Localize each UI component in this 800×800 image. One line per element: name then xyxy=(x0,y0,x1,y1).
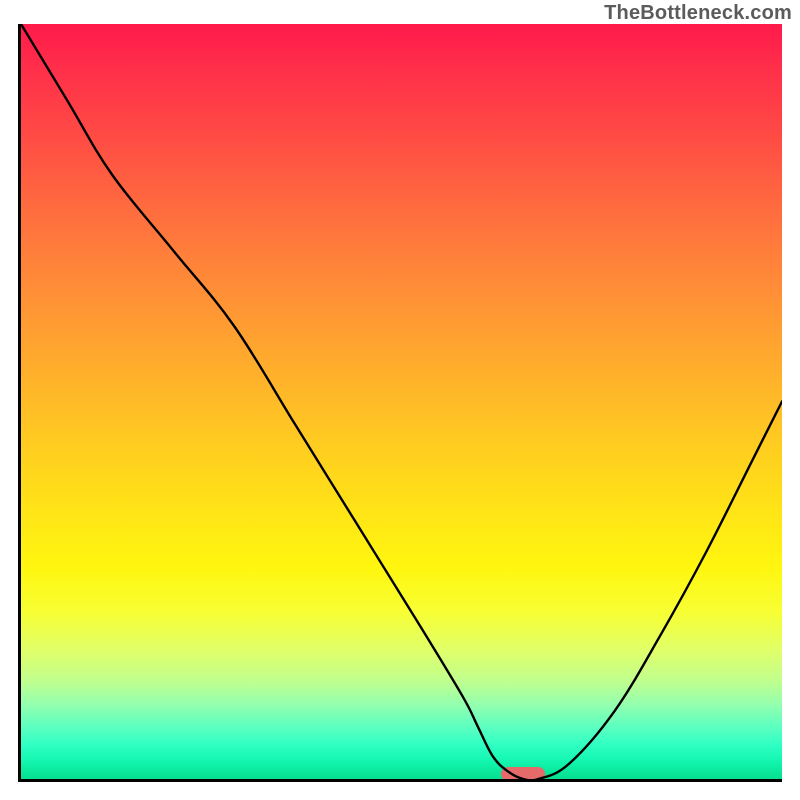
watermark-text: TheBottleneck.com xyxy=(604,2,792,25)
plot-area xyxy=(18,24,782,782)
bottleneck-curve xyxy=(21,24,782,779)
chart-container: TheBottleneck.com xyxy=(0,0,800,800)
